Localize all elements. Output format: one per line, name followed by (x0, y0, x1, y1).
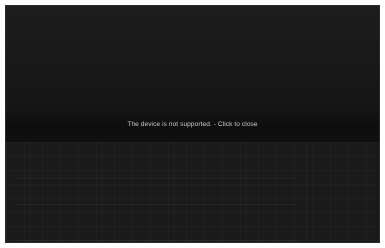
unsupported-device-message[interactable]: The device is not supported. - Click to … (6, 120, 379, 130)
grid-line (306, 142, 307, 242)
grid-line (14, 178, 299, 179)
grid-line (174, 142, 175, 242)
grid-line (102, 142, 103, 242)
grid-line (14, 204, 299, 205)
grid-line (30, 142, 31, 242)
grid-panel (6, 142, 379, 242)
app-window: The device is not supported. - Click to … (5, 5, 380, 243)
grid-line (246, 142, 247, 242)
grid-line (14, 240, 299, 241)
